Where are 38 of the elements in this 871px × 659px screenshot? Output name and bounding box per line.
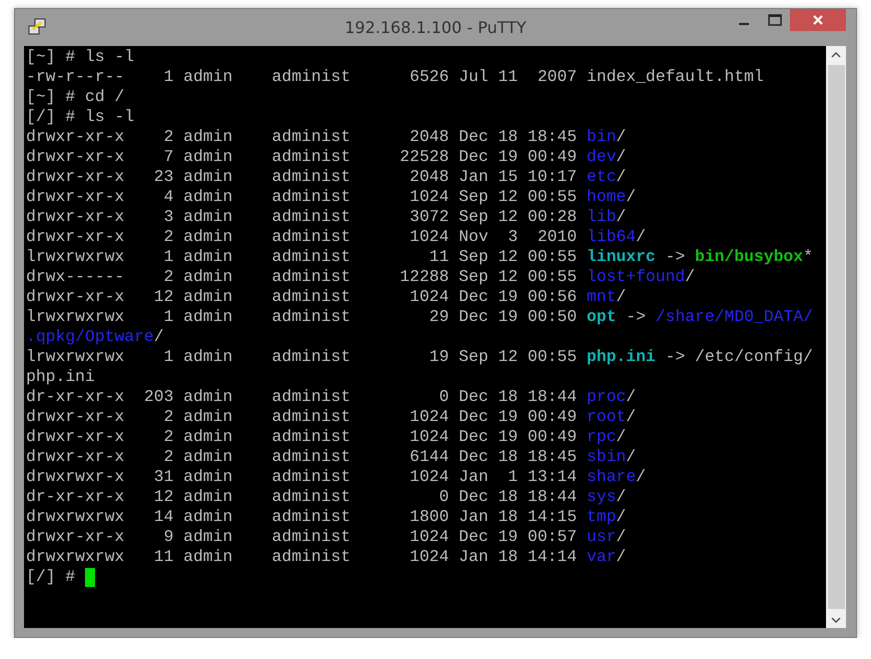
- terminal-line: drwxr-xr-x 3 admin administ 3072 Sep 12 00:28 lib/: [26, 207, 628, 227]
- chevron-up-icon: [831, 52, 841, 58]
- terminal-line: drwx------ 2 admin administ 12288 Sep 12 00:55 lost+found/: [26, 267, 696, 287]
- terminal-line: drwxr-xr-x 2 admin administ 1024 Dec 19 00:49 root/: [26, 407, 637, 427]
- window-title: 192.168.1.100 - PuTTY: [344, 18, 526, 37]
- chevron-down-icon: [831, 616, 841, 622]
- terminal-line: drwxr-xr-x 2 admin administ 1024 Nov 3 2010 lib64/: [26, 227, 647, 247]
- terminal-line: drwxr-xr-x 2 admin administ 6144 Dec 18 18:45 sbin/: [26, 447, 637, 467]
- close-icon: [812, 14, 824, 26]
- terminal-line: [~] # ls -l: [26, 47, 136, 67]
- minimize-icon: [738, 23, 748, 25]
- terminal-line: drwxr-xr-x 4 admin administ 1024 Sep 12 00:55 home/: [26, 187, 637, 207]
- terminal-line: drwxrwxrwx 11 admin administ 1024 Jan 18 14:14 var/: [26, 547, 628, 567]
- terminal-line: dr-xr-xr-x 203 admin administ 0 Dec 18 18:44 proc/: [26, 387, 637, 407]
- computers-icon[interactable]: [27, 17, 47, 37]
- terminal-line: drwxr-xr-x 2 admin administ 1024 Dec 19 00:49 rpc/: [26, 427, 628, 447]
- scrollbar-thumb[interactable]: [828, 65, 844, 609]
- terminal-line: [~] # cd /: [26, 87, 126, 107]
- terminal-line: drwxr-xr-x 23 admin administ 2048 Jan 15 10:17 etc/: [26, 167, 628, 187]
- terminal-line: [/] # ls -l: [26, 107, 136, 127]
- terminal-line: drwxrwxrwx 14 admin administ 1800 Jan 18 14:15 tmp/: [26, 507, 628, 527]
- terminal-line: lrwxrwxrwx 1 admin administ 19 Sep 12 00:55 php.ini -> /etc/config/: [26, 347, 814, 367]
- shell-prompt: [/] #: [26, 567, 76, 587]
- scrollbar[interactable]: [826, 46, 846, 628]
- terminal-line: lrwxrwxrwx 1 admin administ 11 Sep 12 00:55 linuxrc -> bin/busybox*: [26, 247, 814, 267]
- terminal-line: dr-xr-xr-x 12 admin administ 0 Dec 18 18:44 sys/: [26, 487, 628, 507]
- close-button[interactable]: [790, 9, 846, 31]
- maximize-icon: [768, 14, 782, 26]
- terminal-line: drwxr-xr-x 2 admin administ 2048 Dec 18 18:45 bin/: [26, 127, 628, 147]
- terminal-line: php.ini: [26, 367, 96, 387]
- terminal-line: .qpkg/Optware/: [26, 327, 165, 347]
- text-cursor: [85, 568, 96, 586]
- terminal-line: lrwxrwxrwx 1 admin administ 29 Dec 19 00:50 opt -> /share/MD0_DATA/: [26, 307, 814, 327]
- terminal-line: drwxr-xr-x 9 admin administ 1024 Dec 19 00:57 usr/: [26, 527, 628, 547]
- terminal-line: -rw-r--r-- 1 admin administ 6526 Jul 11 2007 index_default.html: [26, 67, 765, 87]
- terminal-line: drwxrwxr-x 31 admin administ 1024 Jan 1 13:14 share/: [26, 467, 647, 487]
- terminal-line: drwxr-xr-x 12 admin administ 1024 Dec 19 00:56 mnt/: [26, 287, 628, 307]
- terminal-line: drwxr-xr-x 7 admin administ 22528 Dec 19 00:49 dev/: [26, 147, 628, 167]
